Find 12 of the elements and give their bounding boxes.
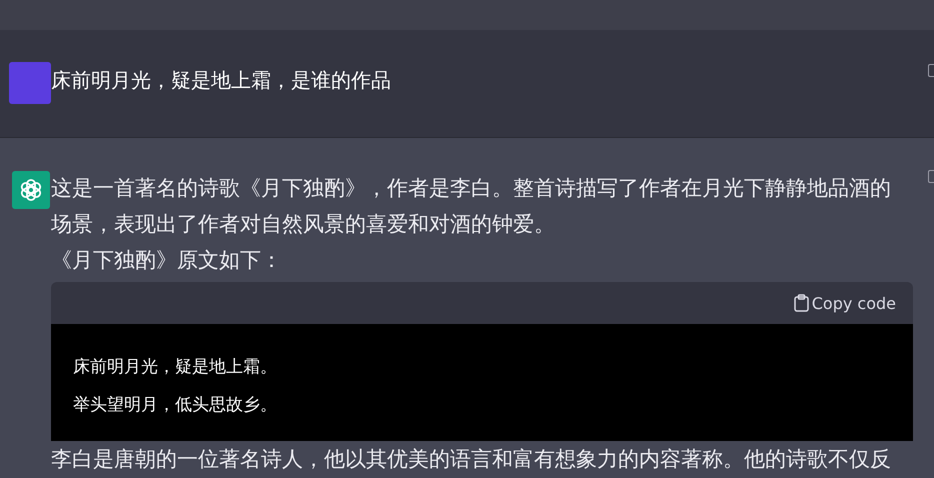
answer-paragraph: 李白是唐朝的一位著名诗人，他以其优美的语言和富有想象力的内容著称。他的诗歌不仅反 (51, 446, 892, 473)
clipboard-icon (794, 294, 809, 312)
edit-icon[interactable] (928, 64, 934, 77)
answer-paragraph: 《月下独酌》原文如下： (51, 247, 283, 274)
code-line: 床前明月光，疑是地上霜。 (73, 356, 278, 379)
user-message: 床前明月光，疑是地上霜，是谁的作品 (51, 67, 391, 94)
answer-paragraph: 这是一首著名的诗歌《月下独酌》，作者是李白。整首诗描写了作者在月光下静静地品酒的场景，表现出了作者对自然风景的喜爱和对酒的钟爱。 (51, 175, 892, 238)
flower-logo-icon (18, 177, 44, 203)
user-avatar (9, 62, 51, 104)
code-line: 举头望明月，低头思故乡。 (73, 394, 278, 417)
copy-icon[interactable] (928, 170, 934, 183)
copy-code-button[interactable]: Copy code (794, 294, 896, 312)
